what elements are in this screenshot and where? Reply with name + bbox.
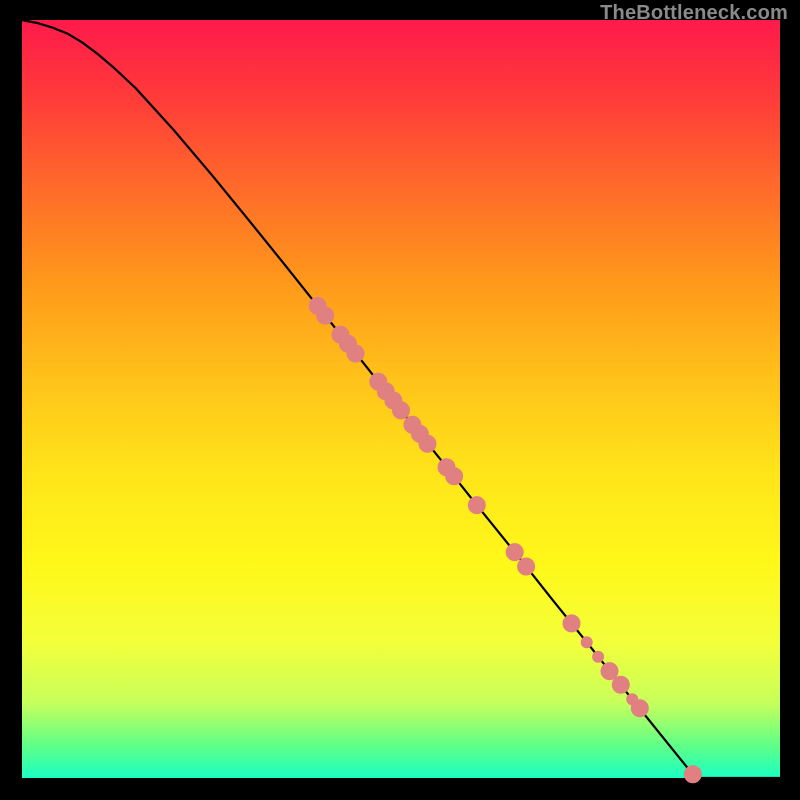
- watermark-label: TheBottleneck.com: [600, 2, 788, 25]
- data-point: [518, 558, 535, 575]
- data-point: [684, 766, 701, 783]
- data-point: [593, 651, 604, 662]
- data-point: [601, 663, 618, 680]
- data-point: [393, 402, 410, 419]
- chart-stage: TheBottleneck.com: [0, 0, 800, 800]
- data-point: [419, 435, 436, 452]
- data-point: [347, 345, 364, 362]
- data-point: [627, 694, 638, 705]
- data-point: [612, 676, 629, 693]
- data-point: [506, 544, 523, 561]
- data-point: [446, 468, 463, 485]
- chart-svg: [22, 20, 780, 778]
- data-point: [468, 497, 485, 514]
- data-point: [317, 307, 334, 324]
- data-point: [563, 615, 580, 632]
- data-point: [581, 637, 592, 648]
